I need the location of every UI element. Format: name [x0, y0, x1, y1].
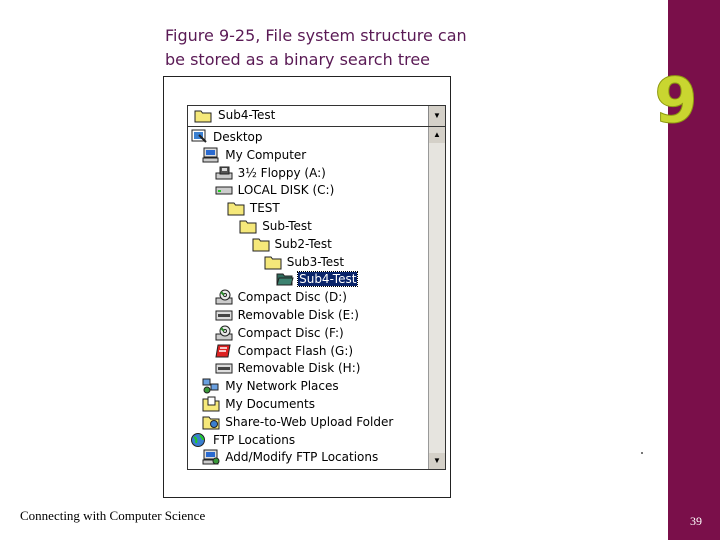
tree-item[interactable]: Share-to-Web Upload Folder [202, 413, 394, 431]
tree-item[interactable]: Compact Disc (D:) [215, 288, 348, 306]
tree-item-label: Removable Disk (E:) [237, 308, 359, 322]
removable-disk-icon [215, 307, 233, 323]
floppy-icon [215, 165, 233, 181]
scroll-down-icon[interactable]: ▼ [429, 453, 445, 469]
tree-item-label: Compact Disc (F:) [237, 325, 344, 340]
tree-item[interactable]: TEST [227, 199, 281, 217]
tree-item[interactable]: My Network Places [202, 377, 339, 395]
tree-item-label: My Network Places [225, 379, 339, 394]
folder-icon [239, 218, 257, 234]
tree-item[interactable]: Desktop [190, 128, 264, 146]
slide-title: Figure 9-25, File system structure can b… [165, 24, 495, 72]
hard-disk-icon [215, 182, 233, 198]
globe-icon [190, 432, 208, 448]
tree-item-label: Share-to-Web Upload Folder [225, 414, 394, 429]
tree-item[interactable]: Sub2-Test [252, 235, 333, 253]
cd-drive-icon [215, 289, 233, 305]
folder-icon [227, 200, 245, 216]
tree-item[interactable]: Sub4-Test [276, 270, 359, 288]
tree-item-label: Desktop [213, 130, 263, 144]
network-icon [202, 378, 220, 394]
tree-item[interactable]: Removable Disk (E:) [215, 306, 360, 324]
dropdown-arrow-icon[interactable]: ▼ [428, 106, 445, 126]
removable-disk-icon [215, 360, 233, 376]
tree-item-label: Sub2-Test [274, 236, 332, 251]
address-value: Sub4-Test [218, 108, 276, 122]
documents-icon [202, 396, 220, 412]
tree-item[interactable]: LOCAL DISK (C:) [215, 181, 336, 199]
tree-item-label: My Documents [225, 397, 315, 411]
desktop-icon [190, 129, 208, 145]
footer-text: Connecting with Computer Science [20, 508, 206, 523]
slide-title-line-1: Figure 9-25, File system structure can [165, 26, 467, 45]
tree-item-label: Sub3-Test [286, 254, 345, 269]
tree-item-label: 3½ Floppy (A:) [237, 165, 326, 180]
tree-item-label: Sub4-Test [297, 271, 359, 288]
tree-item[interactable]: 3½ Floppy (A:) [215, 164, 327, 182]
folder-icon [264, 254, 282, 270]
cd-drive-icon [215, 325, 233, 341]
tree-item-label: Compact Disc (D:) [237, 290, 347, 305]
tree-item[interactable]: Removable Disk (H:) [215, 359, 362, 377]
scroll-up-icon[interactable]: ▲ [429, 127, 445, 143]
address-dropdown[interactable]: Sub4-Test ▼ [187, 105, 446, 127]
tree-item[interactable]: Compact Flash (G:) [215, 342, 354, 360]
tree-item-label: Add/Modify FTP Locations [225, 450, 379, 465]
open-folder-icon [276, 271, 294, 287]
ftp-add-icon [202, 449, 220, 465]
tree-item[interactable]: Sub3-Test [264, 253, 345, 271]
folder-icon [252, 236, 270, 252]
tree-item[interactable]: Sub-Test [239, 217, 313, 235]
tree-item-label: TEST [249, 201, 280, 216]
tree-item-label: Compact Flash (G:) [237, 343, 354, 358]
tree-item-label: Sub-Test [262, 219, 312, 233]
tree-item[interactable]: My Computer [202, 146, 307, 164]
tree-item[interactable]: Add/Modify FTP Locations [202, 448, 379, 466]
computer-icon [202, 147, 220, 163]
tree-item[interactable]: My Documents [202, 395, 316, 413]
tree-item-label: My Computer [225, 147, 307, 162]
tree-item[interactable]: Compact Disc (F:) [215, 324, 345, 342]
slide-title-line-2: be stored as a binary search tree [165, 50, 431, 69]
tree-item-label: FTP Locations [213, 432, 296, 447]
folder-tree: Desktop My Computer 3½ Floppy (A:) LOCAL DI… [187, 126, 446, 470]
tree-item-label: LOCAL DISK (C:) [237, 183, 335, 198]
tree-item[interactable]: FTP Locations [190, 431, 296, 449]
stray-dot [641, 452, 643, 454]
folder-icon [194, 108, 212, 128]
vertical-scrollbar[interactable]: ▲ ▼ [428, 127, 445, 469]
tree-item-label: Removable Disk (H:) [237, 361, 361, 376]
compact-flash-icon [215, 343, 233, 359]
page-number: 39 [690, 514, 702, 528]
share-folder-icon [202, 414, 220, 430]
chapter-number: 9 [654, 64, 698, 137]
